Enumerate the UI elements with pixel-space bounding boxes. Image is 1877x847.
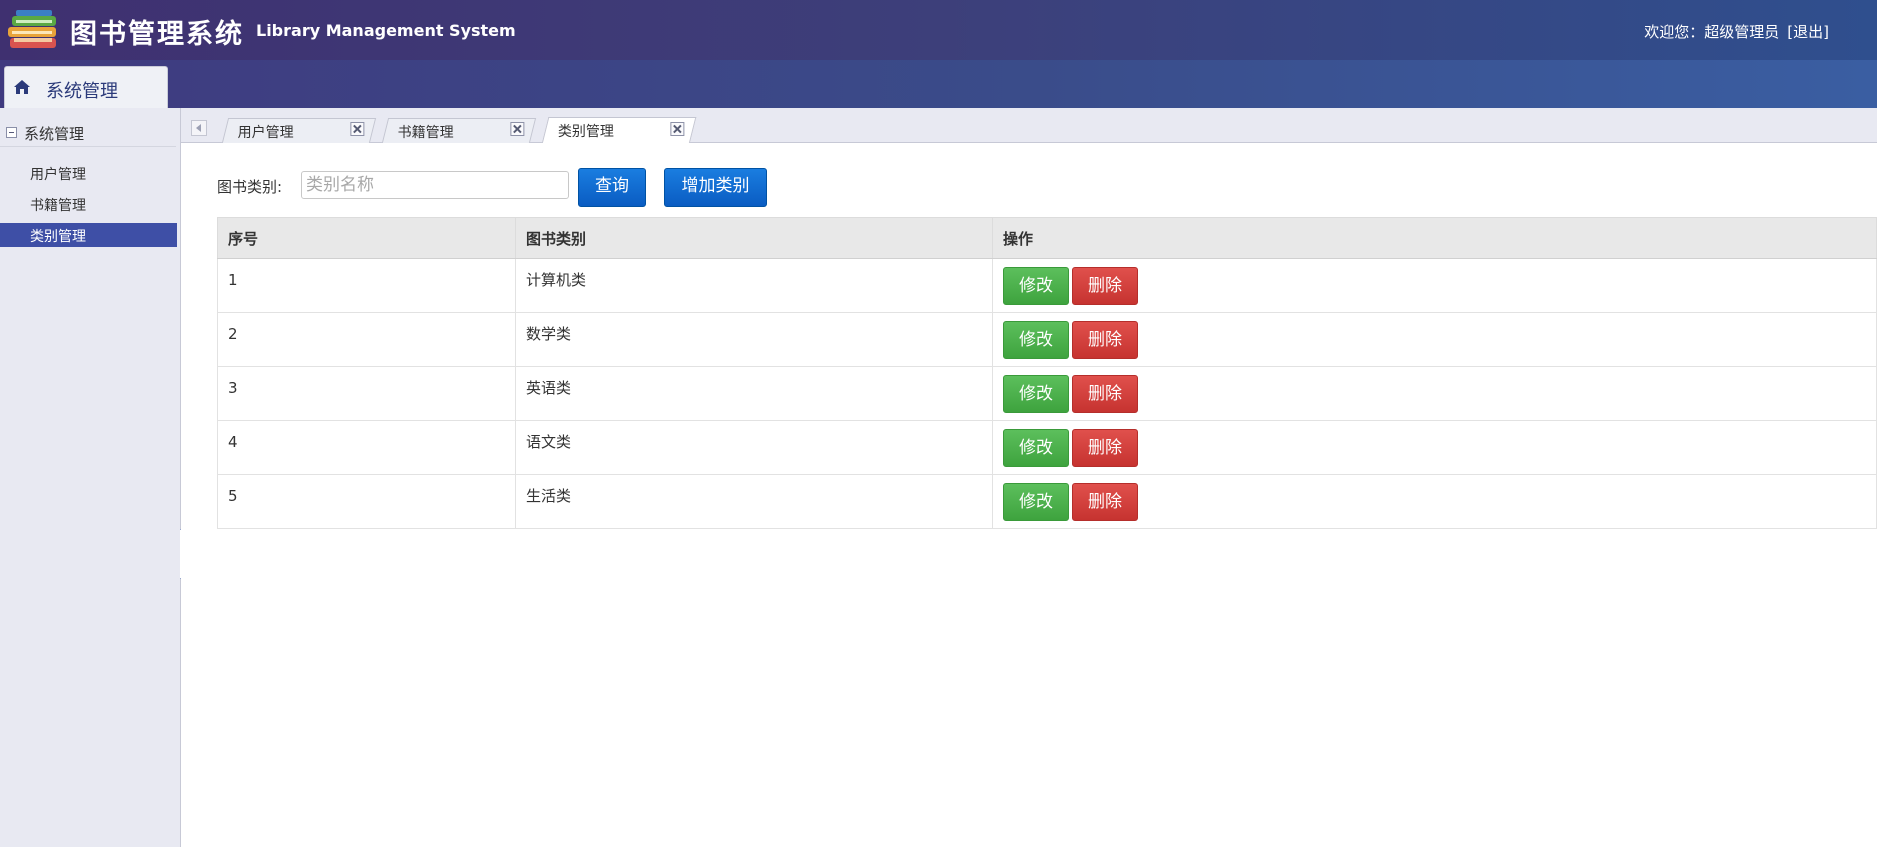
edit-button[interactable]: 修改 [1003,428,1069,467]
row-category-cell: 数学类 [515,312,993,367]
module-tab-system[interactable]: 系统管理 [4,66,168,109]
module-tab-label: 系统管理 [46,81,118,102]
close-icon[interactable] [670,122,685,136]
logout-link[interactable]: [退出] [1787,23,1829,41]
tab-scroll-left-icon[interactable] [191,120,207,136]
row-category: 数学类 [526,325,572,343]
row-id: 3 [228,378,238,397]
row-category-cell: 英语类 [515,366,993,421]
main-content: 图书类别: 查询 增加类别 序号 图书类别 操作 1计算机类修改删除2数学类修改… [181,143,1877,847]
row-id: 4 [228,432,238,451]
delete-button[interactable]: 删除 [1072,320,1138,359]
table-row: 2 数学类 修改 删除 [217,312,1877,367]
close-icon[interactable] [510,122,525,136]
search-label: 图书类别: [217,178,283,196]
column-header-actions: 操作 [992,217,1877,259]
sidebar-group-label: 系统管理 [24,125,85,143]
add-category-button[interactable]: 增加类别 [664,168,767,207]
tab-strip: 用户管理 书籍管理 类别管理 [181,108,1877,144]
edit-button[interactable]: 修改 [1003,266,1069,305]
column-header-category: 图书类别 [515,217,993,259]
row-category-cell: 计算机类 [515,258,993,313]
home-icon [14,80,30,94]
app-subtitle: Library Management System [256,21,516,40]
sidebar: 系统管理 用户管理 书籍管理 类别管理 [0,108,181,847]
books-logo-icon [8,10,56,48]
row-id: 5 [228,486,238,505]
tab-books[interactable]: 书籍管理 [381,118,537,143]
sidebar-item-users[interactable]: 用户管理 [0,161,177,185]
table-row: 4 语文类 修改 删除 [217,420,1877,475]
delete-button[interactable]: 删除 [1072,374,1138,413]
row-id-cell: 1 [217,258,516,313]
welcome-prefix: 欢迎您： [1644,23,1705,41]
row-id-cell: 4 [217,420,516,475]
row-actions-cell: 修改 删除 [992,366,1877,421]
row-actions-cell: 修改 删除 [992,258,1877,313]
row-id: 1 [228,270,238,289]
row-actions-cell: 修改 删除 [992,420,1877,475]
row-id-cell: 2 [217,312,516,367]
row-actions-cell: 修改 删除 [992,312,1877,367]
delete-button[interactable]: 删除 [1072,482,1138,521]
category-table: 序号 图书类别 操作 1 计算机类 修改 删除 2 数学类 修改 删除 3 英语类 修改 删除 4 语文类… [217,217,1877,529]
welcome-bar: 欢迎您：超级管理员 [退出] [1644,21,1829,42]
delete-button[interactable]: 删除 [1072,266,1138,305]
edit-button[interactable]: 修改 [1003,374,1069,413]
tab-categories[interactable]: 类别管理 [541,117,697,144]
sidebar-item-label: 类别管理 [30,229,86,245]
row-category: 生活类 [526,487,572,505]
row-id-cell: 5 [217,474,516,529]
row-id: 2 [228,324,238,343]
table-row: 1 计算机类 修改 删除 [217,258,1877,313]
table-row: 5 生活类 修改 删除 [217,474,1877,529]
app-header: 图书管理系统 Library Management System 欢迎您：超级管… [0,0,1877,60]
row-category-cell: 语文类 [515,420,993,475]
close-icon[interactable] [350,122,365,136]
module-band: 系统管理 [0,60,1877,109]
sidebar-item-label: 书籍管理 [30,198,86,214]
delete-button[interactable]: 删除 [1072,428,1138,467]
row-category: 语文类 [526,433,572,451]
row-category-cell: 生活类 [515,474,993,529]
row-id-cell: 3 [217,366,516,421]
sidebar-item-label: 用户管理 [30,167,86,183]
sidebar-group-header[interactable]: 系统管理 [0,120,176,147]
table-header-row: 序号 图书类别 操作 [217,217,1877,259]
category-search-input[interactable] [301,171,569,199]
user-name: 超级管理员 [1704,23,1780,41]
row-category: 英语类 [526,379,572,397]
edit-button[interactable]: 修改 [1003,482,1069,521]
tab-users[interactable]: 用户管理 [221,118,377,143]
row-actions-cell: 修改 删除 [992,474,1877,529]
tab-label: 用户管理 [237,125,294,141]
row-category: 计算机类 [526,271,587,289]
tab-label: 类别管理 [557,124,614,140]
column-header-id: 序号 [217,217,516,259]
tab-label: 书籍管理 [397,125,454,141]
table-row: 3 英语类 修改 删除 [217,366,1877,421]
app-title: 图书管理系统 [70,19,244,50]
edit-button[interactable]: 修改 [1003,320,1069,359]
sidebar-item-categories[interactable]: 类别管理 [0,223,177,247]
query-button[interactable]: 查询 [578,168,646,207]
sidebar-item-books[interactable]: 书籍管理 [0,192,177,216]
collapse-toggle-icon[interactable] [6,127,17,138]
